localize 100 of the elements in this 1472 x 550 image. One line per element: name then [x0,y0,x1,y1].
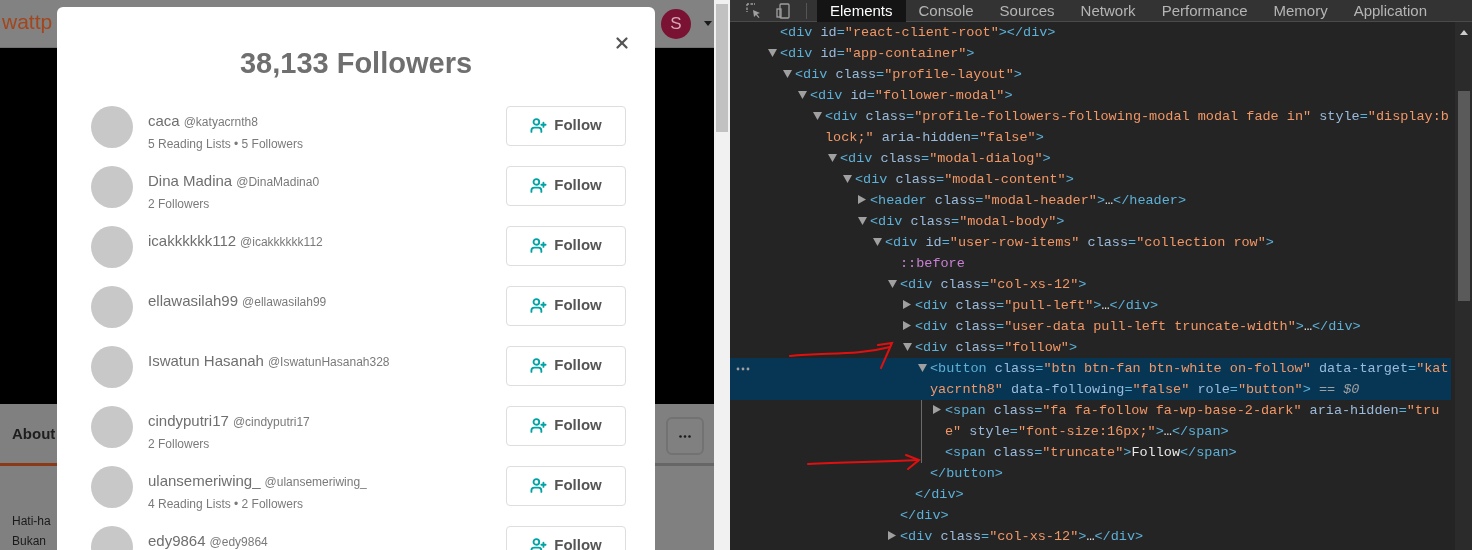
follow-button[interactable]: Follow [506,165,626,206]
dom-node-row[interactable]: <div class="modal-content"> [730,169,1451,190]
follow-button[interactable]: Follow [506,525,626,550]
dom-node-row[interactable]: <span class="fa fa-follow fa-wp-base-2-dark" aria-hidden="true" style="font-size:16px;">…</span> [730,400,1451,442]
down-triangle-icon[interactable] [918,364,927,372]
down-triangle-icon[interactable] [783,70,792,78]
follower-name[interactable]: icakkkkkk112 [148,229,237,252]
follower-name[interactable]: ellawasilah99 [148,289,239,312]
follow-button[interactable]: Follow [506,465,626,506]
dom-node-code: <div class="pull-left">…</div> [915,297,1160,315]
add-user-icon [530,357,548,374]
right-triangle-icon[interactable] [888,531,896,540]
follower-name[interactable]: cindyputri17 [148,409,229,432]
right-triangle-icon[interactable] [858,195,866,204]
devtools-tab[interactable]: Console [905,0,987,22]
dom-node-code: <div class="col-xs-12"> [900,276,1088,294]
dom-node-row[interactable]: <div id="app-container"> [730,43,1451,64]
dom-node-row[interactable]: <div class="modal-body"> [730,211,1451,232]
down-triangle-icon[interactable] [903,343,912,351]
closing-tag-code: </button> [930,465,1004,483]
follow-button[interactable]: Follow [506,405,626,446]
follow-button[interactable]: Follow [506,105,626,146]
right-triangle-icon[interactable] [903,300,911,309]
device-toolbar-icon[interactable] [776,2,792,19]
down-triangle-icon[interactable] [843,175,852,183]
dom-node-code: <div class="follow"> [915,339,1079,357]
scrollbar-thumb[interactable] [1457,91,1470,301]
dom-node-row[interactable]: <div id="user-row-items" class="collection row"> [730,232,1451,253]
dom-node-row[interactable]: <div class="modal-dialog"> [730,148,1451,169]
dom-node-code: <div class="profile-layout"> [795,66,1023,84]
add-user-icon [530,297,548,314]
follower-stats: 5 Reading Lists • 5 Followers [148,136,304,153]
dom-node-row[interactable]: <div class="profile-followers-following-modal modal fade in" style="display:block;" aria-hidden="false"> [730,106,1451,148]
follower-stats: 2 Followers [148,196,211,213]
close-icon[interactable] [613,34,631,52]
add-user-icon [530,477,548,494]
more-dots-icon [679,434,691,438]
follower-stats: 4 Reading Lists • 2 Followers [148,496,304,513]
dom-node-code: <div id="user-row-items" class="collection row"> [885,234,1275,252]
devtools-tab[interactable]: Memory [1260,0,1341,22]
add-user-icon [530,417,548,434]
dom-node-code: <div id="react-client-root"></div> [780,24,1057,42]
modal-title: 38,133 Followers [239,46,473,81]
dom-node-code: <div id="follower-modal"> [810,87,1014,105]
follower-handle: @katyacrnth8 [183,113,258,131]
dom-node-row[interactable]: <div class="pull-left">…</div> [730,295,1451,316]
devtools-tab[interactable]: Elements [817,0,906,22]
follower-handle: @IswatunHasanah328 [267,353,390,371]
dom-node-row[interactable]: ::before [730,253,1451,274]
dom-node-row[interactable]: <span class="truncate">Follow</span> [730,442,1451,463]
about-text-line: Bukan [12,533,47,550]
follower-name[interactable]: Iswatun Hasanah [148,349,264,372]
dom-node-code: ::before [900,255,966,273]
caret-icon[interactable] [704,21,712,26]
dom-node-code: <div class="modal-body"> [870,213,1066,231]
down-triangle-icon[interactable] [858,217,867,225]
right-triangle-icon[interactable] [933,405,941,414]
follower-stats: 2 Followers [148,436,211,453]
down-triangle-icon[interactable] [813,112,822,120]
scrollbar-thumb[interactable] [716,4,728,132]
scroll-up-arrow-icon[interactable] [1459,30,1468,35]
inspect-element-icon[interactable] [746,2,762,19]
devtools-tab[interactable]: Sources [986,0,1068,22]
right-triangle-icon[interactable] [903,321,911,330]
dom-node-code: <div class="modal-content"> [855,171,1075,189]
follow-button[interactable]: Follow [506,345,626,386]
down-triangle-icon[interactable] [828,154,837,162]
dom-node-row[interactable]: <div class="col-xs-12"> [730,274,1451,295]
follower-name[interactable]: Dina Madina [148,169,233,192]
devtools-tab[interactable]: Performance [1148,0,1261,22]
down-triangle-icon[interactable] [888,280,897,288]
down-triangle-icon[interactable] [768,49,777,57]
dom-node-row[interactable]: <div id="react-client-root"></div> [730,22,1451,43]
devtools-tab[interactable]: Application [1340,0,1441,22]
add-user-icon [530,117,548,134]
dom-node-row[interactable]: <div id="follower-modal"> [730,85,1451,106]
down-triangle-icon[interactable] [798,91,807,99]
dom-node-row[interactable]: <div class="profile-layout"> [730,64,1451,85]
follow-button[interactable]: Follow [506,285,626,326]
add-user-icon [530,237,548,254]
down-triangle-icon[interactable] [873,238,882,246]
follower-handle: @icakkkkkk112 [240,233,323,251]
dom-node-row[interactable]: <header class="modal-header">…</header> [730,190,1451,211]
dom-node-row[interactable]: <div class="user-data pull-left truncate-width">…</div> [730,316,1451,337]
follower-handle: @ulansemeriwing_ [264,473,367,491]
follower-handle: @edy9864 [209,533,268,550]
dom-node-row[interactable]: <button class="btn btn-fan btn-white on-follow" data-target="katyacrnth8" data-following="false" role="button"> == $0 [730,358,1451,400]
follow-button[interactable]: Follow [506,225,626,266]
closing-tag-code: </div> [915,486,965,504]
dom-node-row[interactable]: <div class="follow"> [730,337,1451,358]
dom-node-code: <div class="user-data pull-left truncate-width">…</div> [915,318,1362,336]
user-avatar[interactable]: S [661,8,691,39]
add-user-icon [530,537,548,550]
follower-name[interactable]: edy9864 [148,529,206,550]
dom-node-row[interactable]: <div class="col-xs-12">…</div> [730,526,1451,547]
follower-name[interactable]: caca [148,109,180,132]
dom-node-code: <button class="btn btn-fan btn-white on-follow" data-target="katyacrnth8" data-following="false" role="button"> == $0 [930,360,1450,399]
dom-node-code: <span class="fa fa-follow fa-wp-base-2-dark" aria-hidden="true" style="font-size:16px;">…</span> [945,402,1441,441]
devtools-tab[interactable]: Network [1067,0,1149,22]
follower-name[interactable]: ulansemeriwing_ [148,469,261,492]
